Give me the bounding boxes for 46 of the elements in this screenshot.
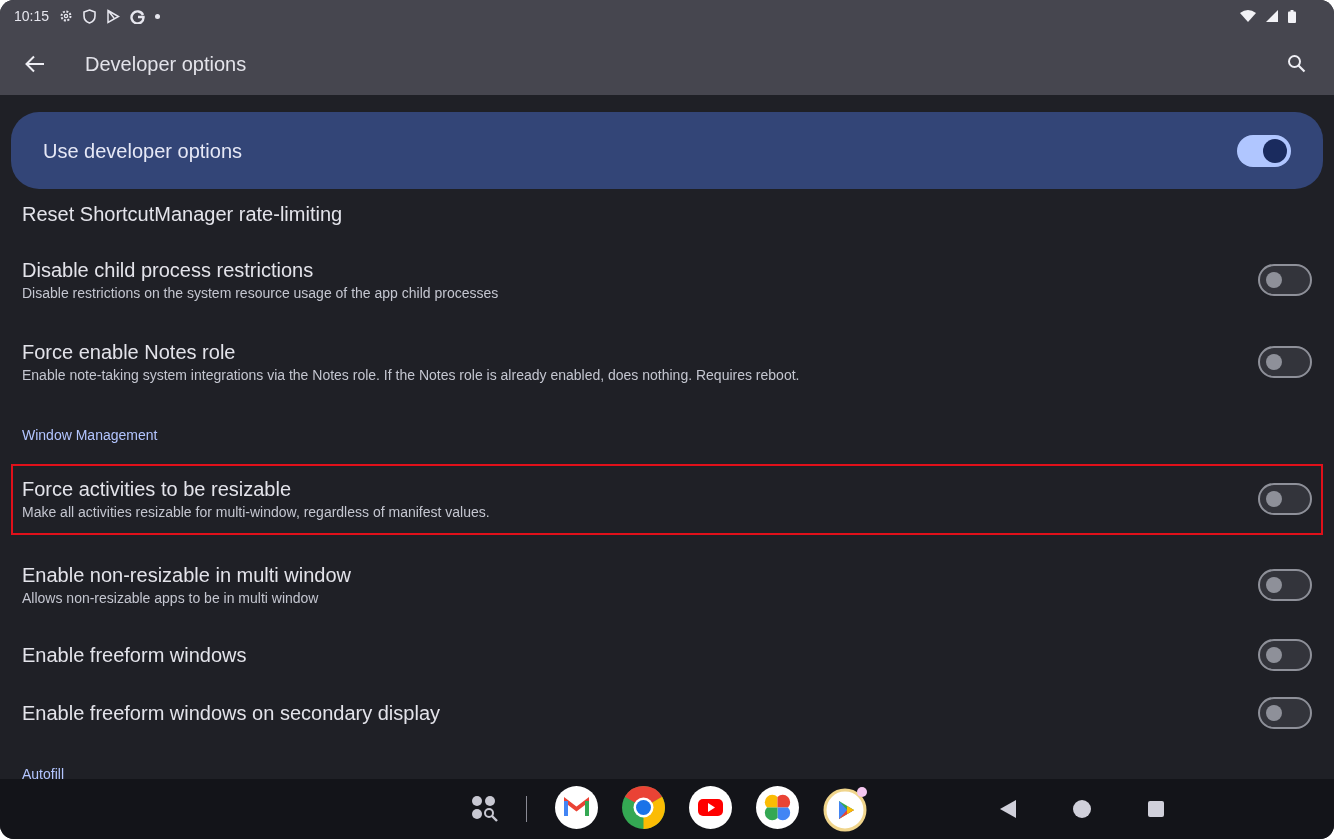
toggle-switch[interactable] bbox=[1237, 134, 1291, 167]
dot-icon bbox=[155, 13, 161, 19]
app-drawer-icon[interactable] bbox=[470, 794, 500, 824]
signal-icon bbox=[1266, 10, 1278, 22]
setting-title: Enable freeform windows on secondary display bbox=[22, 701, 441, 726]
back-arrow-icon bbox=[25, 54, 45, 73]
main-switch-label: Use developer options bbox=[43, 138, 243, 164]
setting-title: Enable non-resizable in multi window bbox=[22, 563, 353, 588]
browser-app-icon[interactable] bbox=[622, 786, 665, 829]
pinwheel-app-icon[interactable] bbox=[756, 786, 799, 829]
battery-icon bbox=[1288, 9, 1296, 23]
shield-icon bbox=[83, 8, 97, 24]
recents-nav-button[interactable] bbox=[1145, 798, 1167, 820]
toggle-switch[interactable] bbox=[1258, 483, 1312, 515]
section-header: Window Management bbox=[22, 426, 158, 445]
status-time: 10:15 bbox=[14, 6, 50, 26]
toggle-switch[interactable] bbox=[1258, 346, 1312, 378]
home-nav-button[interactable] bbox=[1071, 798, 1093, 820]
store-app-icon[interactable] bbox=[823, 786, 869, 832]
main-switch-card[interactable]: Use developer options bbox=[11, 112, 1323, 189]
setting-title: Force enable Notes role bbox=[22, 340, 237, 365]
toggle-switch[interactable] bbox=[1258, 569, 1312, 601]
g-letter-icon bbox=[130, 8, 146, 24]
setting-title: Force activities to be resizable bbox=[22, 477, 292, 502]
setting-summary: Disable restrictions on the system resource usage of the app child processes bbox=[22, 284, 500, 303]
play-icon bbox=[106, 8, 121, 24]
video-app-icon[interactable] bbox=[689, 786, 732, 829]
setting-title: Disable child process restrictions bbox=[22, 258, 315, 283]
search-button[interactable] bbox=[1285, 52, 1307, 75]
mail-app-icon[interactable] bbox=[555, 786, 598, 829]
circle-icon bbox=[1073, 800, 1091, 818]
toggle-switch[interactable] bbox=[1258, 697, 1312, 729]
wifi-icon bbox=[1240, 10, 1256, 22]
setting-summary: Allows non-resizable apps to be in multi window bbox=[22, 589, 320, 608]
setting-summary: Make all activities resizable for multi-window, regardless of manifest values. bbox=[22, 503, 491, 522]
gear-icon bbox=[59, 9, 74, 23]
search-icon bbox=[1286, 54, 1306, 73]
toggle-switch[interactable] bbox=[1258, 264, 1312, 296]
setting-title: Enable freeform windows bbox=[22, 643, 248, 668]
section-header: Autofill bbox=[22, 765, 65, 784]
square-icon bbox=[1148, 801, 1164, 817]
settings-item[interactable]: Reset ShortcutManager rate-limiting bbox=[11, 189, 1323, 239]
page-title: Developer options bbox=[85, 51, 247, 77]
toggle-switch[interactable] bbox=[1258, 639, 1312, 671]
triangle-icon bbox=[1000, 800, 1016, 818]
setting-summary: Enable note-taking system integrations via the Notes role. If the Notes role is already enabled, does nothing. Requires reboot. bbox=[22, 366, 801, 385]
